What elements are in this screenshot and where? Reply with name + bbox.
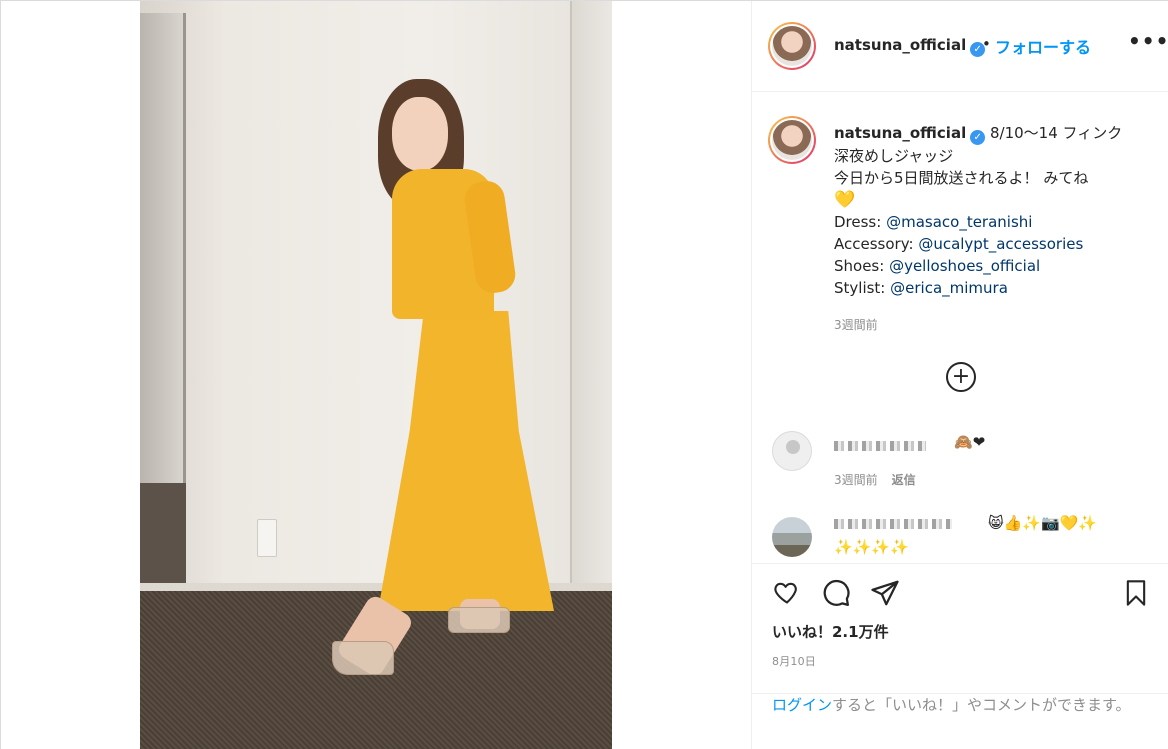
mention-dress[interactable]: @masaco_teranishi [886,213,1032,231]
like-heart-icon[interactable] [772,578,802,606]
post-date[interactable]: 8月10日 [772,653,816,669]
caption-avatar[interactable] [768,116,816,164]
follow-button[interactable]: フォローする [995,34,1091,58]
comment-bubble-icon[interactable] [821,578,851,608]
stylist-label: Stylist: [834,279,891,297]
share-paper-plane-icon[interactable] [870,578,900,608]
login-prompt-rest: すると「いいね！」やコメントができます。 [832,696,1131,714]
likes-count[interactable]: いいね！2.1万件 [772,621,889,642]
login-prompt: ログインすると「いいね！」やコメントができます。 [752,693,1168,749]
caption-username[interactable]: natsuna_official [834,124,966,142]
avatar[interactable] [768,22,816,70]
comment-text: 😸👍✨📷💛✨ [988,514,1098,532]
post-actions: いいね！2.1万件 8月10日 [752,563,1168,693]
post-side-panel: natsuna_official ✓ • フォローする ••• natsuna_o… [751,1,1168,749]
commenter-avatar[interactable] [772,431,812,471]
accessory-label: Accessory: [834,235,919,253]
mention-stylist[interactable]: @erica_mimura [890,279,1008,297]
mention-accessory[interactable]: @ucalypt_accessories [918,235,1083,253]
caption-line-1: 8/10〜14 フィンク [985,124,1123,142]
reply-button[interactable]: 返信 [892,473,916,487]
comment-meta: 3週間前 返信 [834,471,916,488]
verified-badge-icon: ✓ [970,130,986,145]
caption-line-3: 今日から5日間放送されるよ！ みてね [834,169,1089,187]
dress-label: Dress: [834,213,887,231]
yellow-heart-icon: 💛 [834,190,856,210]
commenter-avatar[interactable] [772,517,812,557]
comment-time[interactable]: 3週間前 [834,473,878,487]
post-photo[interactable] [140,1,612,749]
more-options-icon[interactable]: ••• [1128,29,1168,53]
blurred-commenter-name [834,441,926,451]
caption-line-2: 深夜めしジャッジ [834,147,954,165]
header-username[interactable]: natsuna_official [834,36,966,54]
post-dialog: natsuna_official ✓ • フォローする ••• natsuna_o… [0,0,1168,749]
header-separator: • [982,35,991,53]
login-prompt-text: ログインすると「いいね！」やコメントができます。 [772,694,1152,716]
caption-time[interactable]: 3週間前 [834,316,878,333]
save-bookmark-icon[interactable] [1122,578,1150,608]
load-more-comments-icon[interactable]: + [946,362,976,392]
caption: natsuna_official ✓ 8/10〜14 フィンク 深夜めしジャッジ … [834,122,1154,299]
photo-person [140,1,612,749]
mention-shoes[interactable]: @yelloshoes_official [889,257,1040,275]
comment-text-continued: ✨✨✨✨ [834,538,909,556]
comments-scroll-area[interactable]: natsuna_official ✓ 8/10〜14 フィンク 深夜めしジャッジ … [752,93,1168,563]
shoes-label: Shoes: [834,257,890,275]
post-media [1,1,751,749]
comment-text: 🙈❤ [954,433,986,451]
blurred-commenter-name [834,519,952,529]
post-header: natsuna_official ✓ • フォローする ••• [752,1,1168,92]
header-username-row: natsuna_official ✓ [834,35,986,57]
login-link[interactable]: ログイン [772,696,832,714]
